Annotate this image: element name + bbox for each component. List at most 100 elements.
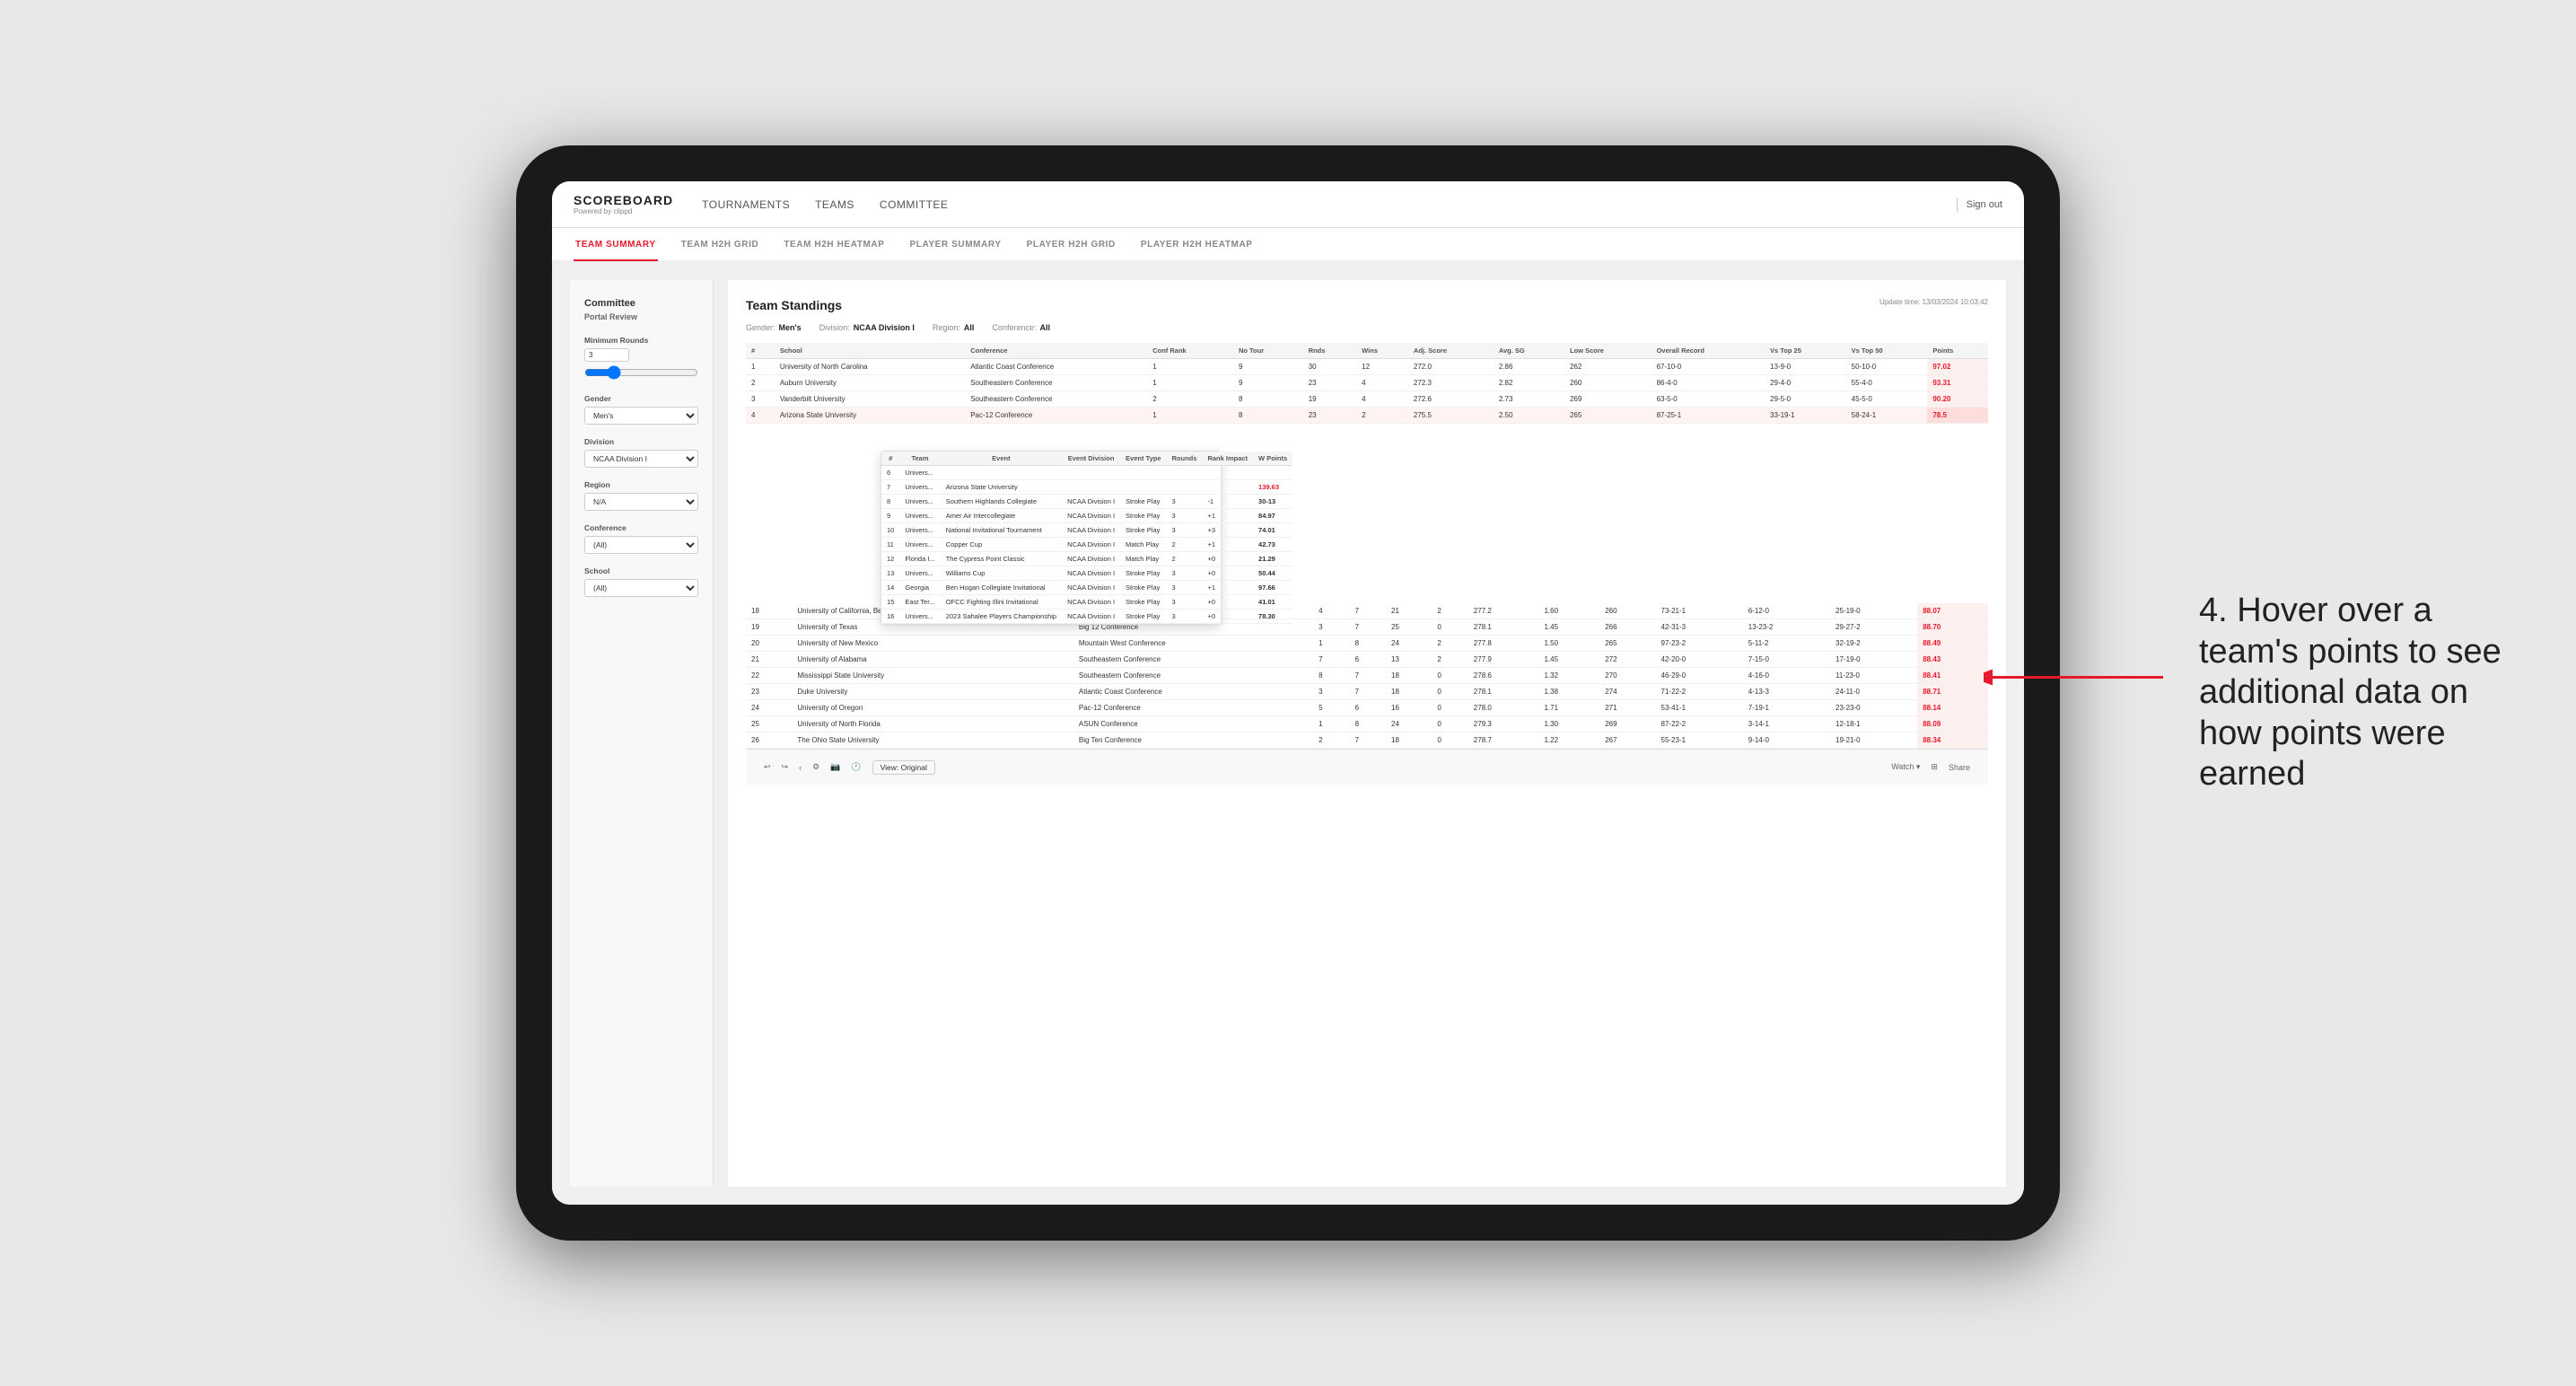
rank-2: 2: [746, 375, 775, 391]
rank-1: 1: [746, 359, 775, 375]
conf-rank-3: 2: [1147, 391, 1233, 408]
popup-row: 14 Georgia Ben Hogan Collegiate Invitati…: [881, 581, 1292, 595]
low-score-3: 269: [1564, 391, 1652, 408]
points-3[interactable]: 90.20: [1927, 391, 1988, 408]
popup-division: NCAA Division I: [1062, 523, 1120, 538]
popup-division: [1062, 480, 1120, 495]
popup-type: Stroke Play: [1120, 581, 1166, 595]
tab-player-h2h-heatmap[interactable]: PLAYER H2H HEATMAP: [1139, 229, 1255, 261]
popup-points: 21.29: [1253, 552, 1292, 566]
table-row: 23 Duke University Atlantic Coast Confer…: [746, 684, 1988, 700]
gender-select[interactable]: Men's: [584, 407, 698, 425]
division-select[interactable]: NCAA Division I: [584, 450, 698, 468]
conf-rank-1: 1: [1147, 359, 1233, 375]
nav-committee[interactable]: COMMITTEE: [880, 195, 949, 215]
watch-button[interactable]: Watch ▾: [1891, 762, 1920, 772]
popup-points: [1253, 466, 1292, 480]
popup-rounds: 2: [1167, 552, 1203, 566]
region-select[interactable]: N/A: [584, 493, 698, 511]
tab-team-summary[interactable]: TEAM SUMMARY: [574, 229, 658, 261]
conference-select[interactable]: (All): [584, 536, 698, 554]
sign-out-button[interactable]: Sign out: [1967, 199, 2002, 210]
popup-impact: +3: [1202, 523, 1253, 538]
division-filter-display: Division: NCAA Division I: [819, 323, 915, 332]
wins-1: 12: [1356, 359, 1408, 375]
school-4: Arizona State University: [775, 408, 965, 424]
popup-type: Stroke Play: [1120, 523, 1166, 538]
popup-event: OFCC Fighting Illini Invitational: [941, 595, 1062, 610]
popup-type: Match Play: [1120, 538, 1166, 552]
rank-4: 4: [746, 408, 775, 424]
conf-2: Southeastern Conference: [965, 375, 1147, 391]
tab-player-summary[interactable]: PLAYER SUMMARY: [908, 229, 1003, 261]
vs25-4: 33-19-1: [1765, 408, 1846, 424]
popup-points: 78.30: [1253, 610, 1292, 624]
view-selector[interactable]: View: Original: [872, 760, 935, 775]
popup-rounds: 3: [1167, 595, 1203, 610]
tab-team-h2h-grid[interactable]: TEAM H2H GRID: [679, 229, 761, 261]
division-filter-value: NCAA Division I: [854, 323, 915, 332]
conf-1: Atlantic Coast Conference: [965, 359, 1147, 375]
standings-table-continued: 18 University of California, Berkeley Pa…: [746, 603, 1988, 749]
back-button[interactable]: ‹: [799, 763, 802, 772]
popup-points: 30-13: [1253, 495, 1292, 509]
clock-icon[interactable]: 🕐: [851, 762, 861, 772]
camera-icon[interactable]: 📷: [830, 762, 840, 772]
annotation-text: 4. Hover over a team's points to see add…: [2199, 591, 2504, 795]
conf-rank-4: 1: [1147, 408, 1233, 424]
min-rounds-input[interactable]: [584, 348, 629, 362]
popup-table: # Team Event Event Division Event Type R…: [881, 452, 1292, 624]
table-row: 3 Vanderbilt University Southeastern Con…: [746, 391, 1988, 408]
school-3: Vanderbilt University: [775, 391, 965, 408]
popup-rounds: [1167, 480, 1203, 495]
points-2[interactable]: 93.31: [1927, 375, 1988, 391]
popup-event: Ben Hogan Collegiate Invitational: [941, 581, 1062, 595]
portal-wrapper: Committee Portal Review Minimum Rounds G…: [552, 262, 2024, 1205]
low-score-2: 260: [1564, 375, 1652, 391]
filter-school: School (All): [584, 566, 698, 597]
share-button[interactable]: Share: [1949, 763, 1970, 772]
min-rounds-slider[interactable]: [584, 365, 698, 380]
popup-event: [941, 466, 1062, 480]
popup-team: Georgia: [899, 581, 940, 595]
popup-rank: 16: [881, 610, 899, 624]
view-label: View: Original: [881, 763, 927, 772]
conference-filter-label: Conference:: [992, 323, 1036, 332]
nav-tournaments[interactable]: TOURNAMENTS: [702, 195, 790, 215]
tours-3: 8: [1233, 391, 1303, 408]
popup-points: 97.66: [1253, 581, 1292, 595]
redo-button[interactable]: ↪: [782, 762, 789, 772]
undo-button[interactable]: ↩: [764, 762, 771, 772]
vs50-1: 50-10-0: [1846, 359, 1928, 375]
table-header-row: # School Conference Conf Rank No Tour Rn…: [746, 343, 1988, 359]
rnds-1: 30: [1303, 359, 1356, 375]
main-content: Committee Portal Review Minimum Rounds G…: [552, 262, 2024, 1205]
popup-row: 12 Florida I... The Cypress Point Classi…: [881, 552, 1292, 566]
popup-rank: 7: [881, 480, 899, 495]
popup-row: 16 Univers... 2023 Sahalee Players Champ…: [881, 610, 1292, 624]
tab-player-h2h-grid[interactable]: PLAYER H2H GRID: [1025, 229, 1117, 261]
popup-rank: 11: [881, 538, 899, 552]
popup-division: NCAA Division I: [1062, 495, 1120, 509]
popup-event: Amer Air Intercollegiate: [941, 509, 1062, 523]
popup-points: 74.01: [1253, 523, 1292, 538]
nav-teams[interactable]: TEAMS: [815, 195, 854, 215]
points-4[interactable]: 78.5: [1927, 408, 1988, 424]
grid-icon[interactable]: ⊞: [1931, 762, 1938, 772]
popup-division: NCAA Division I: [1062, 581, 1120, 595]
popup-rounds: 3: [1167, 509, 1203, 523]
popup-division: [1062, 466, 1120, 480]
vs50-4: 58-24-1: [1846, 408, 1928, 424]
nav-divider: |: [1955, 197, 1958, 213]
popup-team: Univers...: [899, 509, 940, 523]
popup-col-event: Event: [941, 452, 1062, 466]
school-select[interactable]: (All): [584, 579, 698, 597]
standings-table: # School Conference Conf Rank No Tour Rn…: [746, 343, 1988, 424]
filter-conference: Conference (All): [584, 523, 698, 554]
overall-1: 67-10-0: [1652, 359, 1765, 375]
tab-team-h2h-heatmap[interactable]: TEAM H2H HEATMAP: [782, 229, 886, 261]
red-arrow-icon: [1984, 663, 2163, 690]
popup-row: 9 Univers... Amer Air Intercollegiate NC…: [881, 509, 1292, 523]
settings-icon[interactable]: ⚙: [812, 762, 819, 772]
points-1[interactable]: 97.02: [1927, 359, 1988, 375]
